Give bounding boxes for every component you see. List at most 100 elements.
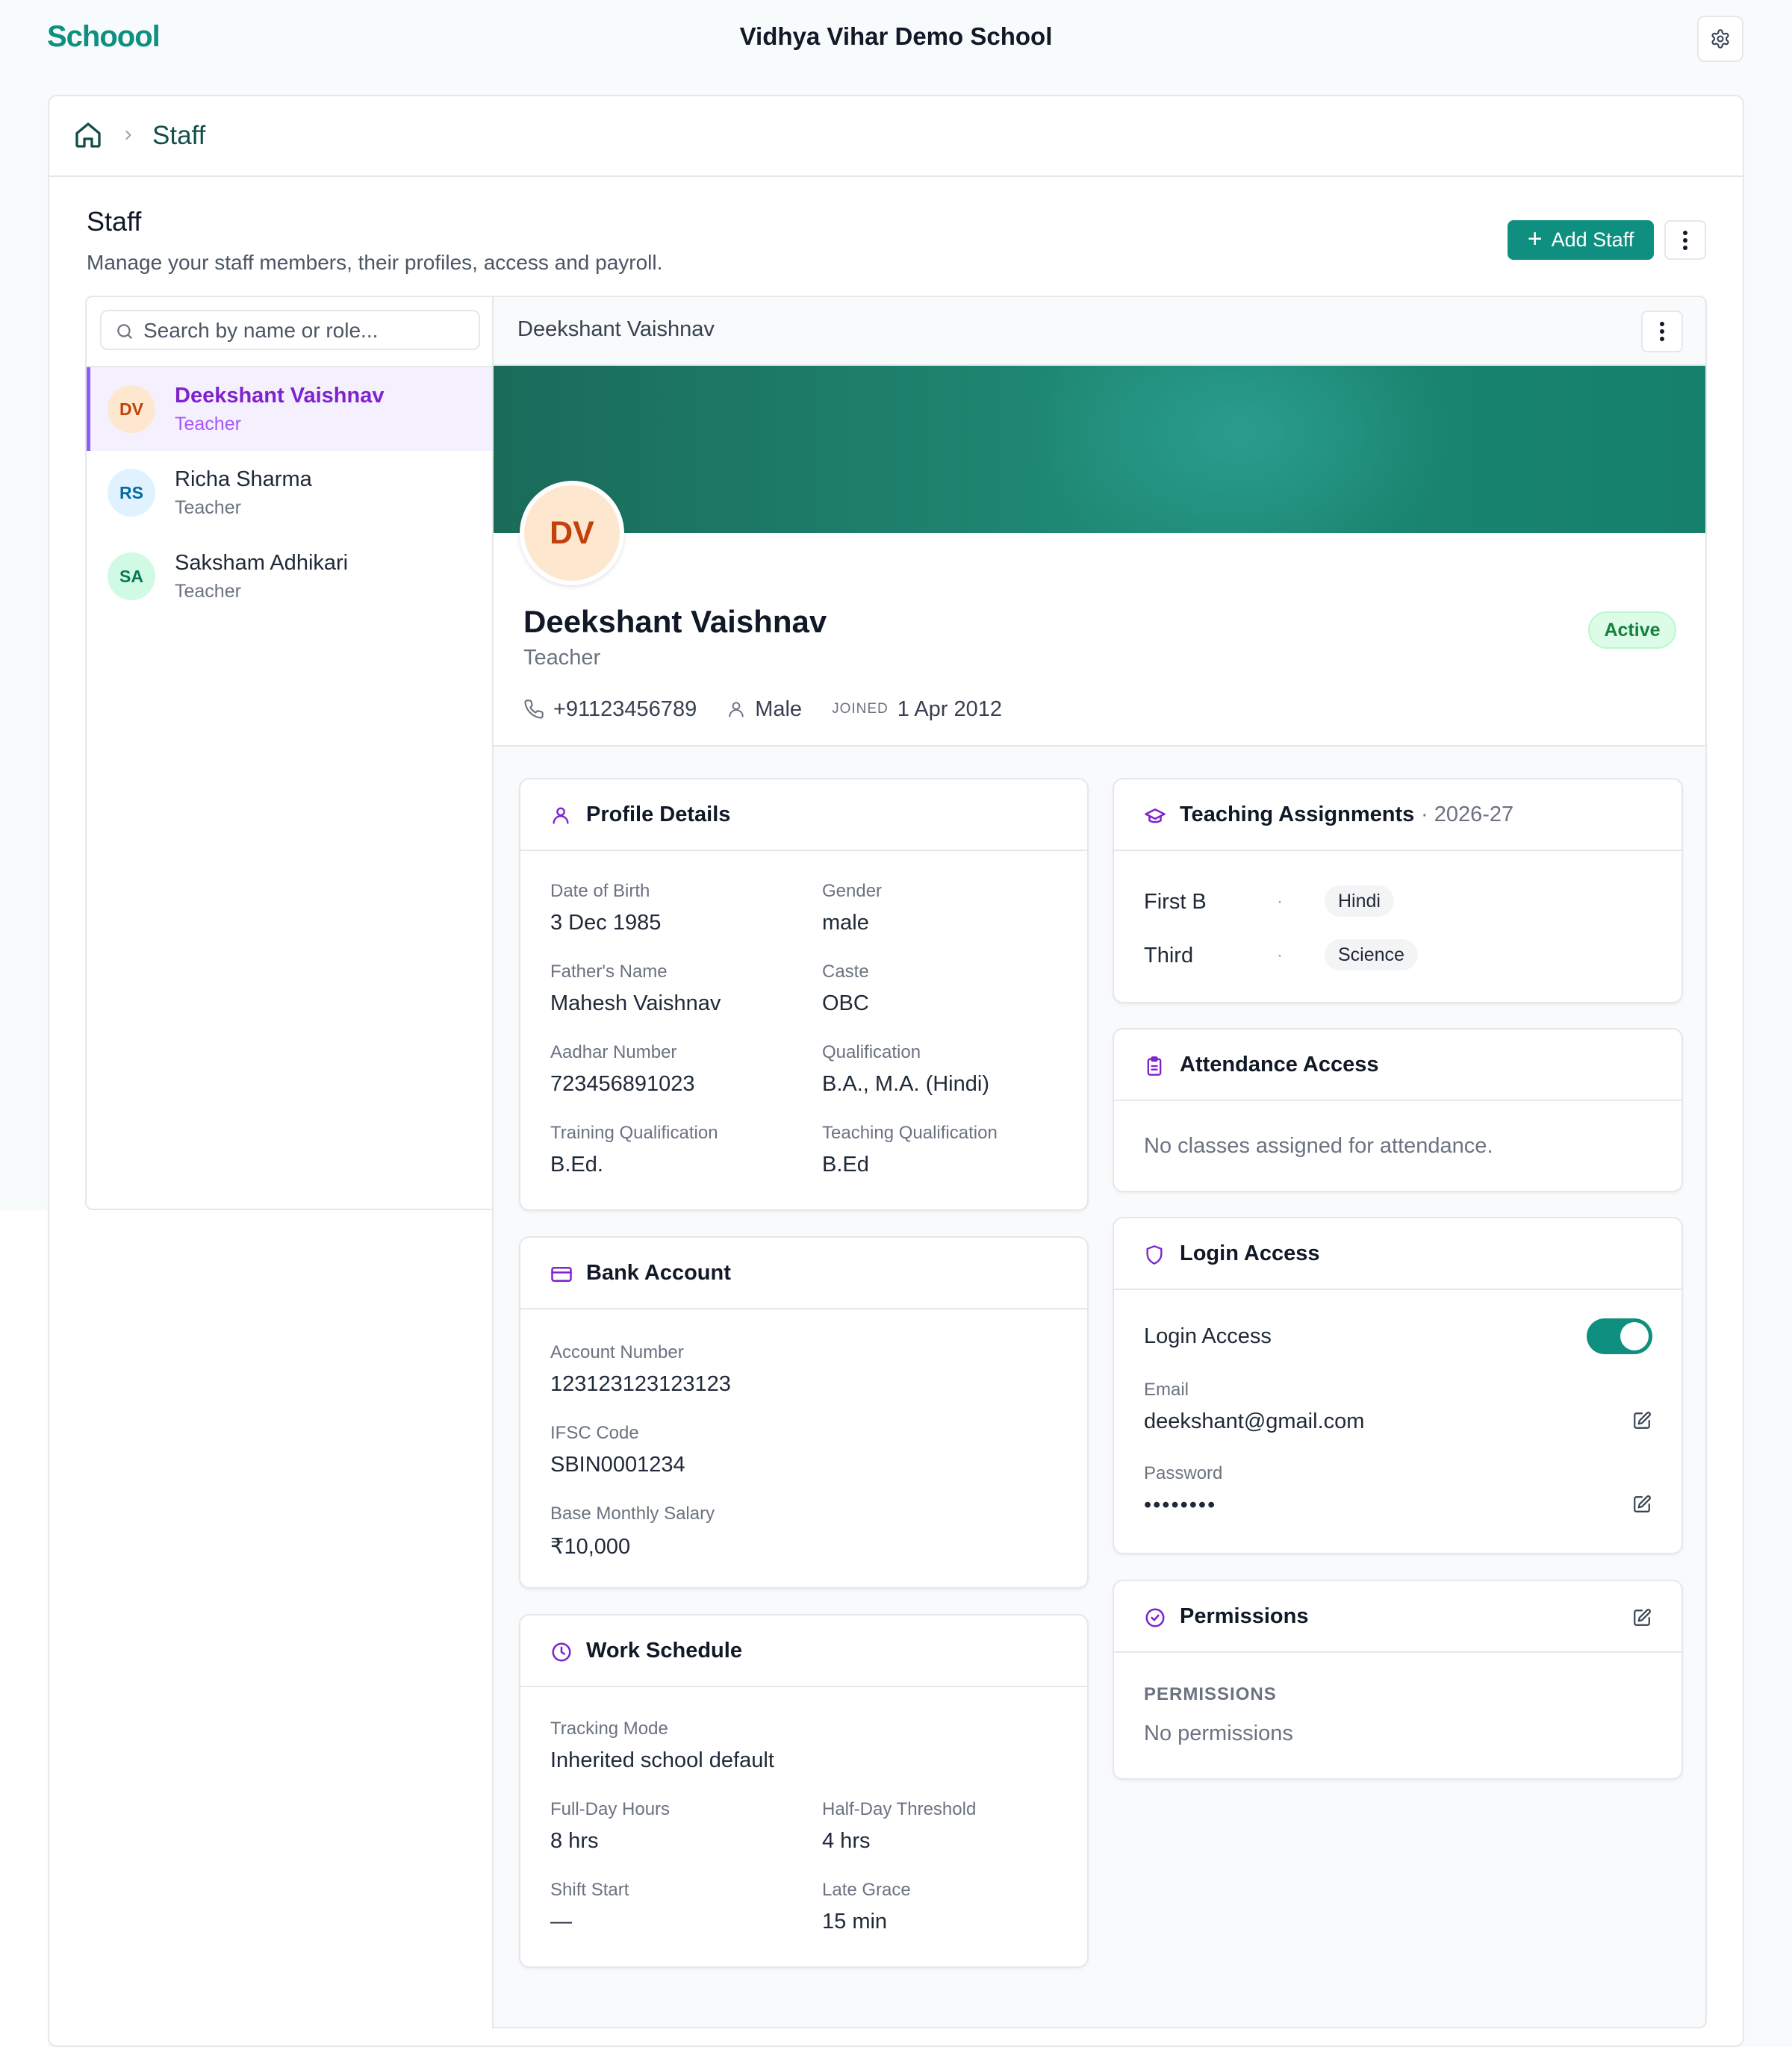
edit-icon bbox=[1634, 1495, 1651, 1512]
staff-name: Saksham Adhikari bbox=[175, 551, 349, 575]
edit-permissions-button[interactable] bbox=[1632, 1608, 1652, 1627]
staff-name: Deekshant Vaishnav bbox=[175, 384, 385, 408]
user-icon bbox=[553, 807, 569, 824]
field-caste: Caste OBC bbox=[822, 962, 869, 1015]
breadcrumb: Staff bbox=[49, 96, 1743, 177]
page-edge bbox=[0, 1210, 48, 2047]
class-name: First B bbox=[1144, 890, 1207, 914]
login-access-card: Login Access Login Access Email deekshant… bbox=[1113, 1217, 1683, 1554]
staff-name: Richa Sharma bbox=[175, 467, 312, 491]
academic-year: · 2026-27 bbox=[1421, 803, 1514, 826]
detail-more-button[interactable] bbox=[1641, 311, 1683, 352]
profile-avatar: DV bbox=[520, 481, 624, 585]
profile-details-card: Profile Details Date of Birth 3 Dec 1985 … bbox=[519, 778, 1089, 1211]
permissions-empty-message: No permissions bbox=[1144, 1722, 1293, 1745]
avatar: DV bbox=[108, 385, 155, 433]
detail-header: Deekshant Vaishnav bbox=[494, 297, 1705, 366]
staff-role: Teacher bbox=[175, 414, 241, 434]
user-icon bbox=[729, 702, 744, 717]
field-teaching-qualification: Teaching Qualification B.Ed bbox=[822, 1123, 998, 1177]
field-aadhar-number: Aadhar Number 723456891023 bbox=[550, 1042, 695, 1096]
settings-button[interactable] bbox=[1697, 16, 1743, 62]
search-box bbox=[100, 310, 480, 350]
class-name: Third bbox=[1144, 944, 1194, 968]
attendance-access-card: Attendance Access No classes assigned fo… bbox=[1113, 1028, 1683, 1192]
school-name: Vidhya Vihar Demo School bbox=[739, 22, 1053, 50]
staff-list-item[interactable]: RS Richa Sharma Teacher bbox=[87, 451, 492, 535]
graduation-cap-icon bbox=[1145, 808, 1166, 823]
permissions-section-label: PERMISSIONS bbox=[1144, 1684, 1277, 1704]
phone-number: +91123456789 bbox=[553, 697, 697, 721]
phone-icon bbox=[524, 700, 544, 719]
shield-icon bbox=[1146, 1245, 1163, 1265]
teaching-assignments-card: Teaching Assignments · 2026-27 First B ·… bbox=[1113, 778, 1683, 1003]
status-badge: Active bbox=[1588, 611, 1676, 649]
staff-list-item[interactable]: DV Deekshant Vaishnav Teacher bbox=[87, 367, 492, 451]
clock-icon bbox=[552, 1642, 571, 1662]
top-bar: Schoool Vidhya Vihar Demo School bbox=[0, 0, 1792, 78]
bank-account-card: Bank Account Account Number 1231231231231… bbox=[519, 1236, 1089, 1589]
field-password: Password •••••••• bbox=[1144, 1463, 1223, 1517]
search-icon bbox=[117, 324, 132, 339]
field-training-qualification: Training Qualification B.Ed. bbox=[550, 1123, 718, 1177]
profile-name: Deekshant Vaishnav bbox=[523, 604, 827, 639]
more-vertical-icon bbox=[1683, 230, 1687, 250]
subject-chip: Hindi bbox=[1325, 885, 1394, 917]
joined-date: 1 Apr 2012 bbox=[897, 697, 1003, 721]
permissions-card: Permissions PERMISSIONS No permissions bbox=[1113, 1580, 1683, 1780]
add-staff-button[interactable]: + Add Staff bbox=[1508, 220, 1654, 260]
attendance-empty-message: No classes assigned for attendance. bbox=[1144, 1134, 1493, 1158]
assignment-row: First B · Hindi bbox=[1144, 885, 1667, 918]
field-account-number: Account Number 123123123123123 bbox=[550, 1342, 731, 1396]
plus-icon: + bbox=[1527, 225, 1543, 253]
edit-icon bbox=[1634, 1609, 1651, 1626]
badge-check-icon bbox=[1145, 1608, 1165, 1627]
staff-detail-panel: Deekshant Vaishnav DV Deekshant Vaishnav… bbox=[492, 296, 1707, 2028]
card-title: Teaching Assignments bbox=[1180, 803, 1415, 826]
staff-list-panel: DV Deekshant Vaishnav Teacher RS Richa S… bbox=[85, 296, 492, 1210]
field-date-of-birth: Date of Birth 3 Dec 1985 bbox=[550, 881, 662, 935]
staff-role: Teacher bbox=[175, 581, 241, 602]
detail-header-name: Deekshant Vaishnav bbox=[517, 317, 715, 341]
joined-label: JOINED bbox=[832, 701, 889, 717]
staff-list-item[interactable]: SA Saksham Adhikari Teacher bbox=[87, 535, 492, 618]
edit-password-button[interactable] bbox=[1632, 1495, 1652, 1514]
page-more-button[interactable] bbox=[1664, 220, 1706, 260]
gear-icon bbox=[1711, 29, 1729, 49]
field-full-day-hours: Full-Day Hours 8 hrs bbox=[550, 1799, 671, 1853]
field-half-day-threshold: Half-Day Threshold 4 hrs bbox=[822, 1799, 977, 1853]
page-subtitle: Manage your staff members, their profile… bbox=[87, 251, 663, 274]
card-title: Login Access bbox=[1180, 1241, 1320, 1265]
assignment-row: Third · Science bbox=[1144, 939, 1667, 972]
profile-banner bbox=[494, 366, 1705, 533]
field-email: Email deekshant@gmail.com bbox=[1144, 1380, 1365, 1433]
field-base-monthly-salary: Base Monthly Salary ₹10,000 bbox=[550, 1504, 715, 1559]
profile-role: Teacher bbox=[523, 646, 601, 670]
work-schedule-card: Work Schedule Tracking Mode Inherited sch… bbox=[519, 1614, 1089, 1968]
profile-meta: +91123456789 Male JOINED 1 Apr 2012 bbox=[523, 694, 1002, 724]
card-title: Work Schedule bbox=[586, 1639, 742, 1663]
gender-value: Male bbox=[755, 697, 803, 721]
search-input[interactable] bbox=[143, 317, 472, 344]
more-vertical-icon bbox=[1660, 322, 1664, 341]
card-title: Attendance Access bbox=[1180, 1053, 1379, 1077]
subject-chip: Science bbox=[1325, 939, 1418, 970]
staff-list: DV Deekshant Vaishnav Teacher RS Richa S… bbox=[87, 366, 492, 618]
home-icon bbox=[75, 122, 101, 148]
field-late-grace: Late Grace 15 min bbox=[822, 1880, 911, 1934]
field-ifsc-code: IFSC Code SBIN0001234 bbox=[550, 1423, 685, 1477]
edit-icon bbox=[1634, 1412, 1651, 1429]
staff-role: Teacher bbox=[175, 497, 241, 518]
breadcrumb-home[interactable] bbox=[73, 120, 103, 150]
field-shift-start: Shift Start — bbox=[550, 1880, 629, 1934]
credit-card-icon bbox=[551, 1267, 572, 1282]
clipboard-icon bbox=[1147, 1056, 1162, 1076]
card-title: Bank Account bbox=[586, 1261, 731, 1285]
field-gender: Gender male bbox=[822, 881, 883, 935]
login-access-toggle[interactable] bbox=[1587, 1318, 1652, 1354]
edit-email-button[interactable] bbox=[1632, 1411, 1652, 1430]
card-title: Permissions bbox=[1180, 1604, 1309, 1628]
login-access-label: Login Access bbox=[1144, 1324, 1272, 1348]
field-fathers-name: Father's Name Mahesh Vaishnav bbox=[550, 962, 721, 1015]
page-title: Staff bbox=[87, 206, 142, 237]
